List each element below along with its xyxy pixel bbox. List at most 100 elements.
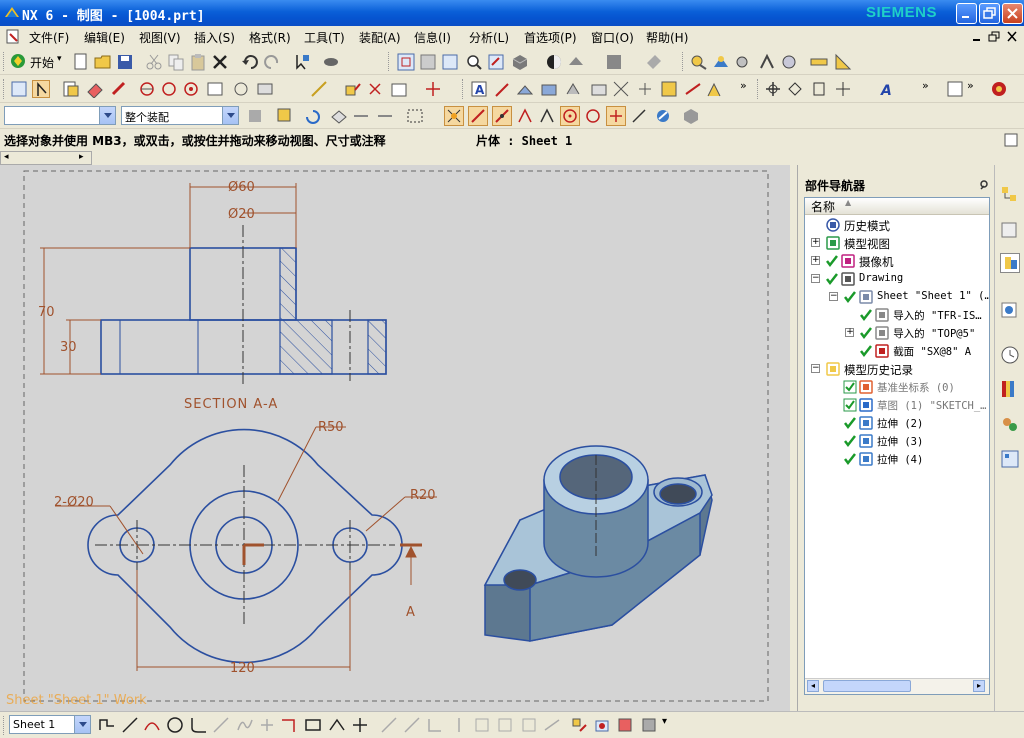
- scrollbar-thumb[interactable]: [823, 680, 911, 692]
- tree-node[interactable]: 拉伸 (4): [805, 450, 989, 468]
- snap-midpoint-button[interactable]: [468, 106, 488, 126]
- snap-quadrant-icon[interactable]: [584, 107, 602, 125]
- create-inferred-constraints-icon[interactable]: [640, 716, 658, 734]
- tree-node[interactable]: 导入的 "TFR-IS…: [805, 306, 989, 324]
- delete-icon[interactable]: [211, 53, 229, 71]
- tree-node[interactable]: − Drawing: [805, 270, 989, 288]
- mdi-close-icon[interactable]: [1006, 31, 1020, 43]
- symmetric-centerline-icon[interactable]: [390, 80, 408, 98]
- scroll-right-icon[interactable]: ▸: [973, 680, 985, 692]
- line-icon[interactable]: [121, 716, 139, 734]
- new-sheet-icon[interactable]: [62, 80, 80, 98]
- point-icon[interactable]: [258, 716, 276, 734]
- make-corner-icon[interactable]: [426, 716, 444, 734]
- offset-curve-icon[interactable]: [280, 716, 298, 734]
- select-body-icon[interactable]: [376, 107, 394, 125]
- arc-icon[interactable]: [143, 716, 161, 734]
- section-view-title[interactable]: SECTION A-A: [184, 397, 278, 412]
- toolbar-grip[interactable]: [3, 52, 6, 71]
- menu-information[interactable]: 信息(I): [414, 29, 451, 46]
- drafting-preferences-icon[interactable]: [10, 80, 28, 98]
- command-finder-icon[interactable]: [322, 53, 340, 71]
- tree-horizontal-scrollbar[interactable]: ◂ ▸: [805, 678, 989, 694]
- dim-height-30[interactable]: 30: [60, 340, 77, 355]
- assembly-navigator-tab-icon[interactable]: [1000, 185, 1020, 205]
- auto-constrain-icon[interactable]: [496, 716, 514, 734]
- expand-icon[interactable]: +: [811, 238, 820, 247]
- reset-filter-icon[interactable]: [304, 107, 322, 125]
- new-file-icon[interactable]: [72, 53, 90, 71]
- chamfer-icon[interactable]: [212, 716, 230, 734]
- constraints-icon[interactable]: [473, 716, 491, 734]
- analysis-tool-5-icon[interactable]: [780, 53, 798, 71]
- checkmark-icon[interactable]: [843, 416, 857, 430]
- section-dimensions[interactable]: [40, 183, 297, 375]
- zoom-icon[interactable]: [441, 53, 459, 71]
- mdi-minimize-icon[interactable]: [970, 31, 984, 43]
- tree-node[interactable]: 拉伸 (3): [805, 432, 989, 450]
- snap-point-on-surface-icon[interactable]: [654, 107, 672, 125]
- rectangle-select-icon[interactable]: [406, 107, 424, 125]
- isometric-model-view[interactable]: [483, 445, 713, 642]
- table-note-icon[interactable]: [660, 80, 678, 98]
- menu-edit[interactable]: 编辑(E): [84, 29, 125, 46]
- menu-format[interactable]: 格式(R): [249, 29, 291, 46]
- restore-button[interactable]: [979, 3, 1000, 24]
- palette-tab-icon[interactable]: [1000, 379, 1020, 399]
- datum-target-icon[interactable]: [516, 80, 534, 98]
- erase-icon[interactable]: [86, 80, 104, 98]
- close-button[interactable]: [1002, 3, 1023, 24]
- section-view-icon[interactable]: [206, 80, 224, 98]
- dim-diameter-20[interactable]: Ø20: [228, 207, 255, 222]
- analysis-tool-4-icon[interactable]: [758, 53, 776, 71]
- menu-analysis[interactable]: 分析(L): [469, 29, 509, 46]
- history-tab-icon[interactable]: [1000, 345, 1020, 365]
- tree-node[interactable]: + 导入的 "TOP@5": [805, 324, 989, 342]
- fillet-icon[interactable]: [190, 716, 208, 734]
- toolbar-grip[interactable]: [462, 79, 465, 99]
- copy-icon[interactable]: [167, 53, 185, 71]
- render-style-icon[interactable]: [545, 53, 563, 71]
- menu-assemblies[interactable]: 装配(A): [359, 29, 401, 46]
- checkmark-icon[interactable]: [859, 326, 873, 340]
- menu-file[interactable]: 文件(F): [29, 29, 69, 46]
- toolbar-grip[interactable]: [3, 79, 6, 99]
- mirror-curve-icon[interactable]: [450, 716, 468, 734]
- detail-view-icon[interactable]: [182, 80, 200, 98]
- show-constraints-icon[interactable]: [520, 716, 538, 734]
- start-button[interactable]: 开始 ▾: [10, 52, 66, 71]
- circle-icon[interactable]: [166, 716, 184, 734]
- toolbar-grip[interactable]: [388, 52, 391, 71]
- web-browser-tab-icon[interactable]: [1000, 301, 1020, 321]
- undo-icon[interactable]: [241, 53, 259, 71]
- zoom-box-icon[interactable]: [419, 53, 437, 71]
- checkmark-icon[interactable]: [843, 290, 857, 304]
- toolbar-grip[interactable]: [682, 52, 685, 71]
- orient-view-icon[interactable]: [645, 53, 663, 71]
- menu-tools[interactable]: 工具(T): [304, 29, 345, 46]
- mdi-restore-icon[interactable]: [988, 31, 1002, 43]
- note-icon[interactable]: A: [470, 80, 488, 98]
- snap-point-on-curve-icon[interactable]: [630, 107, 648, 125]
- select-feature-icon[interactable]: [352, 107, 370, 125]
- inferred-constraints-icon[interactable]: [616, 716, 634, 734]
- drawing-canvas[interactable]: Ø60 Ø20 70 30 SECTION A-A R50 R20 2-Ø20 …: [0, 165, 790, 711]
- offset-center-point-icon[interactable]: [366, 80, 384, 98]
- center-mark-icon[interactable]: [424, 80, 442, 98]
- tree-node[interactable]: 草图 (1) "SKETCH_…: [805, 396, 989, 414]
- update-views-icon[interactable]: [110, 80, 128, 98]
- id-symbol-icon[interactable]: [590, 80, 608, 98]
- snap-tangent-icon[interactable]: [538, 107, 556, 125]
- parts-list-icon[interactable]: [684, 80, 702, 98]
- select-all-icon[interactable]: [330, 107, 348, 125]
- dim-radius-50[interactable]: R50: [318, 420, 344, 435]
- overflow-chevron-icon[interactable]: »: [922, 79, 929, 92]
- align-view-icon[interactable]: [810, 80, 828, 98]
- component-filter-icon[interactable]: [246, 107, 264, 125]
- collapse-icon[interactable]: −: [811, 364, 820, 373]
- minimize-button[interactable]: [956, 3, 977, 24]
- tree-node[interactable]: + 模型视图: [805, 234, 989, 252]
- checkmark-icon[interactable]: [843, 452, 857, 466]
- drafting-mode-icon[interactable]: [32, 80, 50, 98]
- pin-icon[interactable]: [978, 179, 990, 191]
